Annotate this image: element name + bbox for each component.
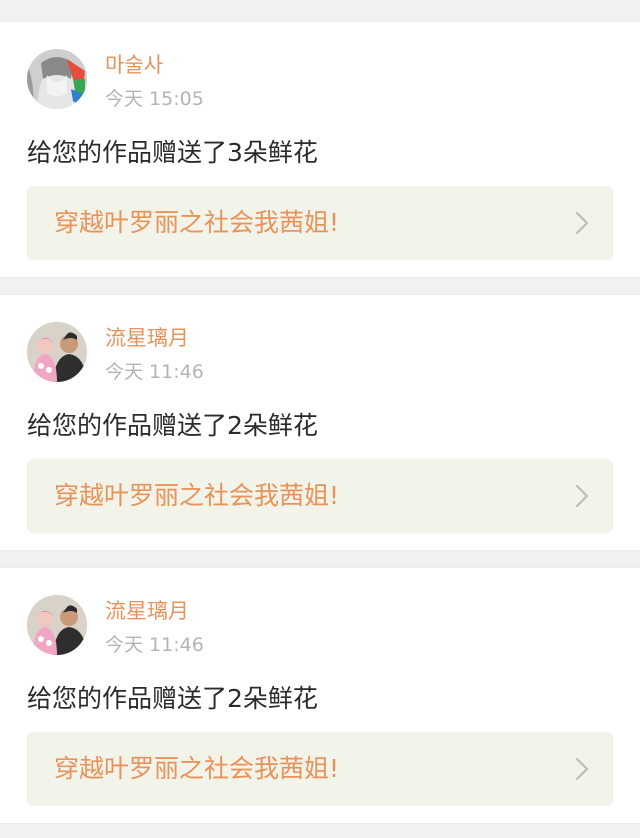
work-link[interactable]: 穿越叶罗丽之社会我茜姐! — [27, 732, 613, 806]
timestamp: 今天 11:46 — [105, 361, 204, 383]
work-link[interactable]: 穿越叶罗丽之社会我茜姐! — [27, 459, 613, 533]
work-link[interactable]: 穿越叶罗丽之社会我茜姐! — [27, 186, 613, 260]
work-title: 穿越叶罗丽之社会我茜姐! — [54, 481, 340, 510]
family-photo-avatar-icon — [27, 322, 87, 382]
anime-girl-avatar-icon — [27, 49, 87, 109]
work-title: 穿越叶罗丽之社会我茜姐! — [54, 208, 340, 237]
timestamp: 今天 11:46 — [105, 634, 204, 656]
chevron-right-icon — [575, 484, 589, 508]
gift-message: 给您的作品赠送了2朵鲜花 — [27, 411, 318, 440]
chevron-right-icon — [575, 757, 589, 781]
avatar[interactable] — [27, 49, 87, 109]
username[interactable]: 마술사 — [105, 52, 163, 78]
work-title: 穿越叶罗丽之社会我茜姐! — [54, 754, 340, 783]
avatar[interactable] — [27, 322, 87, 382]
notification-feed: 마술사 今天 15:05 给您的作品赠送了3朵鲜花 穿越叶罗丽之社会我茜姐! 流… — [0, 0, 640, 838]
chevron-right-icon — [575, 211, 589, 235]
avatar[interactable] — [27, 595, 87, 655]
notification-card: 流星璃月 今天 11:46 给您的作品赠送了2朵鲜花 穿越叶罗丽之社会我茜姐! — [0, 294, 640, 551]
username[interactable]: 流星璃月 — [105, 325, 189, 351]
notification-card: 마술사 今天 15:05 给您的作品赠送了3朵鲜花 穿越叶罗丽之社会我茜姐! — [0, 21, 640, 278]
username[interactable]: 流星璃月 — [105, 598, 189, 624]
family-photo-avatar-icon — [27, 595, 87, 655]
gift-message: 给您的作品赠送了3朵鲜花 — [27, 138, 318, 167]
gift-message: 给您的作品赠送了2朵鲜花 — [27, 684, 318, 713]
timestamp: 今天 15:05 — [105, 88, 204, 110]
notification-card: 流星璃月 今天 11:46 给您的作品赠送了2朵鲜花 穿越叶罗丽之社会我茜姐! — [0, 567, 640, 824]
